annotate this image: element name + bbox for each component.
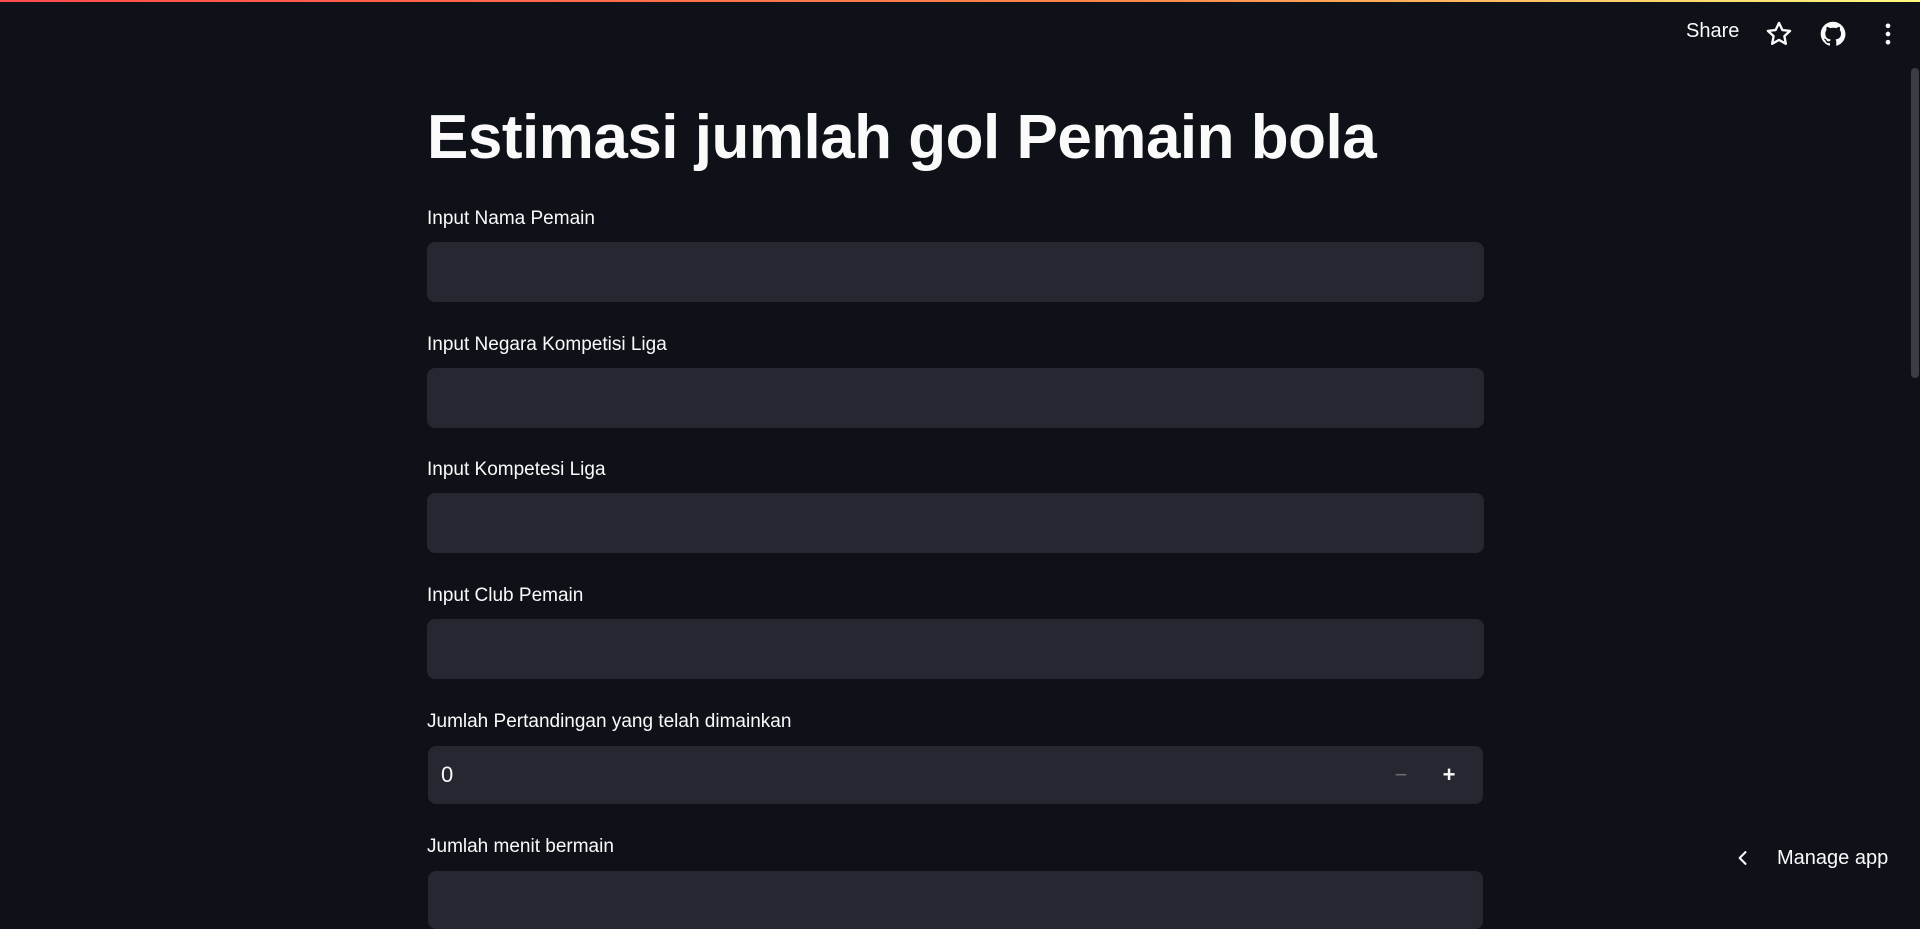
scrollbar-thumb[interactable] [1911, 68, 1919, 378]
league-competition-label: Input Kompetesi Liga [427, 459, 606, 480]
league-country-label: Input Negara Kompetisi Liga [427, 334, 667, 355]
matches-played-label: Jumlah Pertandingan yang telah dimainkan [427, 711, 792, 732]
decrement-button[interactable]: − [1379, 746, 1423, 804]
player-club-label: Input Club Pemain [427, 585, 584, 606]
top-decoration-bar [0, 0, 1920, 2]
matches-played-stepper[interactable]: 0 − + [428, 746, 1483, 804]
increment-button[interactable]: + [1427, 746, 1471, 804]
player-club-input[interactable] [427, 619, 1484, 679]
league-country-input[interactable] [427, 368, 1484, 428]
github-icon[interactable] [1819, 20, 1847, 48]
manage-app-button[interactable]: Manage app [1733, 846, 1888, 870]
minutes-played-label: Jumlah menit bermain [427, 836, 614, 857]
star-icon[interactable] [1765, 20, 1793, 48]
more-vertical-icon[interactable] [1874, 20, 1902, 48]
page-title: Estimasi jumlah gol Pemain bola [427, 103, 1377, 172]
matches-played-value[interactable]: 0 [441, 762, 453, 788]
league-competition-input[interactable] [427, 493, 1484, 553]
minutes-played-stepper[interactable] [428, 871, 1483, 929]
chevron-left-icon [1738, 851, 1747, 865]
player-name-label: Input Nama Pemain [427, 208, 595, 229]
player-name-input[interactable] [427, 242, 1484, 302]
manage-app-label: Manage app [1777, 846, 1889, 869]
share-button[interactable]: Share [1686, 20, 1739, 43]
